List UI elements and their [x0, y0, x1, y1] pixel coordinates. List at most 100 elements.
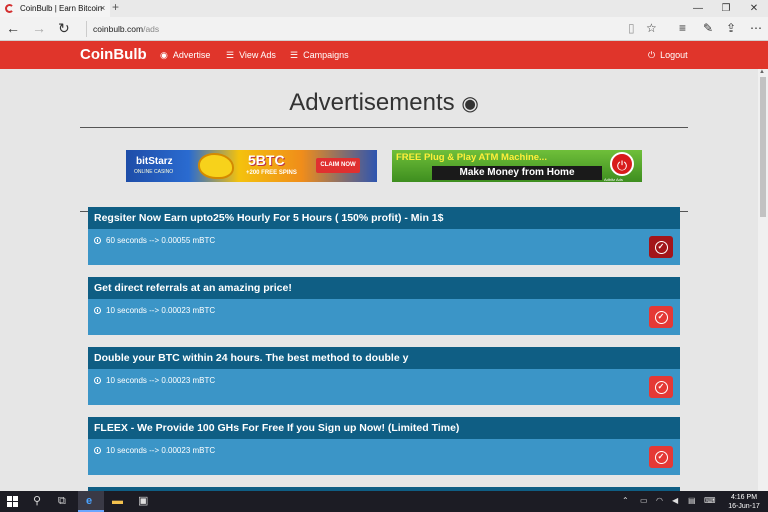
view-ad-button[interactable]: ✓: [649, 376, 673, 398]
ad-card[interactable]: FLEEX - We Provide 100 GHs For Free If y…: [88, 417, 680, 475]
title-divider: [80, 127, 688, 128]
clock-icon: [94, 307, 101, 314]
bitstarz-spins: +200 FREE SPINS: [246, 170, 297, 176]
bitstarz-sub: ONLINE CASINO: [134, 169, 174, 175]
logout-label: Logout: [660, 50, 688, 60]
power-icon: ⏻: [648, 50, 656, 60]
check-circle-icon: ✓: [654, 310, 668, 324]
view-ad-button[interactable]: ✓: [649, 446, 673, 468]
nav-view-ads[interactable]: ☰ View Ads: [226, 49, 276, 61]
page-title: Advertisements ◉: [80, 88, 688, 119]
close-window-button[interactable]: ✕: [740, 0, 768, 17]
minimize-button[interactable]: —: [684, 0, 712, 17]
ad-card[interactable]: Double your BTC within 24 hours. The bes…: [88, 347, 680, 405]
store-icon[interactable]: ▣: [138, 494, 148, 509]
ad-body: 10 seconds --> 0.00023 mBTC ✓: [88, 299, 680, 335]
nav-campaigns-label: Campaigns: [303, 50, 349, 60]
ad-title[interactable]: Regsiter Now Earn upto25% Hourly For 5 H…: [88, 207, 680, 229]
more-icon[interactable]: ⋯: [750, 21, 762, 35]
ad-card[interactable]: Get direct referrals at an amazing price…: [88, 277, 680, 335]
scroll-up-icon[interactable]: ▲: [759, 69, 765, 75]
browser-tab[interactable]: CoinBulb | Earn Bitcoin - ×: [0, 0, 110, 17]
list-icon: ☰: [226, 50, 235, 60]
ad-card[interactable]: Regsiter Now Earn upto25% Hourly For 5 H…: [88, 207, 680, 265]
ad-meta: 10 seconds --> 0.00023 mBTC: [94, 306, 215, 315]
task-view-icon[interactable]: ⧉: [58, 494, 66, 509]
ad-title[interactable]: Get direct referrals at an amazing price…: [88, 277, 680, 299]
forward-arrow-icon[interactable]: →: [32, 20, 46, 36]
clock-icon: [94, 377, 101, 384]
reading-view-icon[interactable]: ▯: [628, 21, 635, 35]
coinbulb-favicon-icon: [5, 4, 14, 13]
clock-icon: [94, 447, 101, 454]
atm-headline: FREE Plug & Play ATM Machine...: [396, 152, 547, 163]
ad-title[interactable]: Double your BTC within 24 hours. The bes…: [88, 347, 680, 369]
ad-reward: 10 seconds --> 0.00023 mBTC: [106, 376, 216, 385]
nav-campaigns[interactable]: ☰ Campaigns: [290, 49, 349, 61]
favorite-star-icon[interactable]: ☆: [646, 21, 657, 35]
list-icon: ☰: [290, 50, 299, 60]
nav-view-ads-label: View Ads: [239, 50, 276, 60]
search-icon[interactable]: ⚲: [33, 494, 41, 509]
bitstarz-headline: 5BTC: [248, 152, 285, 168]
new-tab-button[interactable]: +: [112, 0, 119, 14]
volume-icon[interactable]: ◀: [672, 495, 678, 507]
claim-now-button[interactable]: CLAIM NOW: [316, 158, 360, 173]
view-ad-button[interactable]: ✓: [649, 236, 673, 258]
view-ad-button[interactable]: ✓: [649, 306, 673, 328]
url-host: coinbulb.com: [93, 24, 144, 34]
battery-icon[interactable]: ▭: [640, 495, 648, 507]
refresh-icon[interactable]: ↻: [58, 20, 70, 36]
action-center-icon[interactable]: ▤: [688, 495, 696, 507]
edge-icon: e: [86, 495, 93, 507]
ad-body: 10 seconds --> 0.00023 mBTC ✓: [88, 439, 680, 475]
file-explorer-icon[interactable]: ▬: [112, 494, 123, 509]
share-icon[interactable]: ⇪: [726, 21, 736, 35]
web-note-icon[interactable]: ✎: [703, 21, 713, 35]
ad-reward: 10 seconds --> 0.00023 mBTC: [106, 306, 216, 315]
bitstarz-brand: bitStarz: [136, 156, 173, 167]
page-title-text: Advertisements: [289, 89, 455, 116]
clock-time: 4:16 PM: [730, 494, 758, 501]
scroll-thumb[interactable]: [760, 77, 766, 217]
maximize-button[interactable]: ❐: [712, 0, 740, 17]
ad-reward: 60 seconds --> 0.00055 mBTC: [106, 236, 216, 245]
wifi-icon[interactable]: ◠: [656, 495, 663, 507]
taskbar: ⚲ ⧉ e ▬ ▣ ⌃ ▭ ◠ ◀ ▤ ⌨ 4:16 PM 16-Jun-17: [0, 491, 768, 512]
nav-advertise[interactable]: ◉ Advertise: [160, 49, 210, 61]
check-circle-icon: ✓: [654, 240, 668, 254]
ad-body: 60 seconds --> 0.00055 mBTC ✓: [88, 229, 680, 265]
clock-date: 16-Jun-17: [728, 503, 760, 510]
eye-icon: ◉: [461, 93, 479, 115]
url-field[interactable]: coinbulb.com/ads: [86, 21, 616, 37]
duck-mascot-icon: [198, 153, 234, 179]
clock-icon: [94, 237, 101, 244]
page-scrollbar[interactable]: ▲: [758, 69, 768, 491]
tab-close-icon[interactable]: ×: [100, 3, 105, 13]
site-navbar: CoinBulb ◉ Advertise ☰ View Ads ☰ Campaigns…: [0, 41, 768, 69]
hub-icon[interactable]: ≡: [679, 21, 686, 35]
url-path: /ads: [143, 24, 160, 34]
check-circle-icon: ✓: [654, 450, 668, 464]
eye-icon: ◉: [160, 50, 168, 60]
ad-meta: 60 seconds --> 0.00055 mBTC: [94, 236, 215, 245]
tab-title: CoinBulb | Earn Bitcoin -: [20, 4, 102, 13]
address-bar: ← → ↻ coinbulb.com/ads ▯ ☆ ≡ ✎ ⇪ ⋯: [0, 17, 768, 41]
taskbar-clock[interactable]: 4:16 PM 16-Jun-17: [722, 493, 766, 511]
back-arrow-icon[interactable]: ←: [6, 20, 20, 36]
tray-chevron-icon[interactable]: ⌃: [622, 495, 629, 507]
browser-tab-bar: CoinBulb | Earn Bitcoin - × + — ❐ ✕: [0, 0, 768, 17]
windows-start-icon[interactable]: [7, 496, 18, 507]
keyboard-icon[interactable]: ⌨: [704, 495, 716, 507]
ad-title[interactable]: FLEEX - We Provide 100 GHs For Free If y…: [88, 417, 680, 439]
window-controls: — ❐ ✕: [684, 0, 768, 17]
atm-badge: Adbitz Ads: [604, 177, 623, 182]
logout-link[interactable]: ⏻ Logout: [648, 49, 688, 61]
ad-meta: 10 seconds --> 0.00023 mBTC: [94, 376, 215, 385]
check-circle-icon: ✓: [654, 380, 668, 394]
site-logo[interactable]: CoinBulb: [80, 46, 147, 64]
bitstarz-banner-ad[interactable]: bitStarz ONLINE CASINO 5BTC +200 FREE SP…: [126, 150, 377, 182]
nav-advertise-label: Advertise: [172, 50, 211, 60]
power-icon: ⏻: [610, 152, 634, 176]
atm-banner-ad[interactable]: FREE Plug & Play ATM Machine... Make Mon…: [392, 150, 642, 182]
